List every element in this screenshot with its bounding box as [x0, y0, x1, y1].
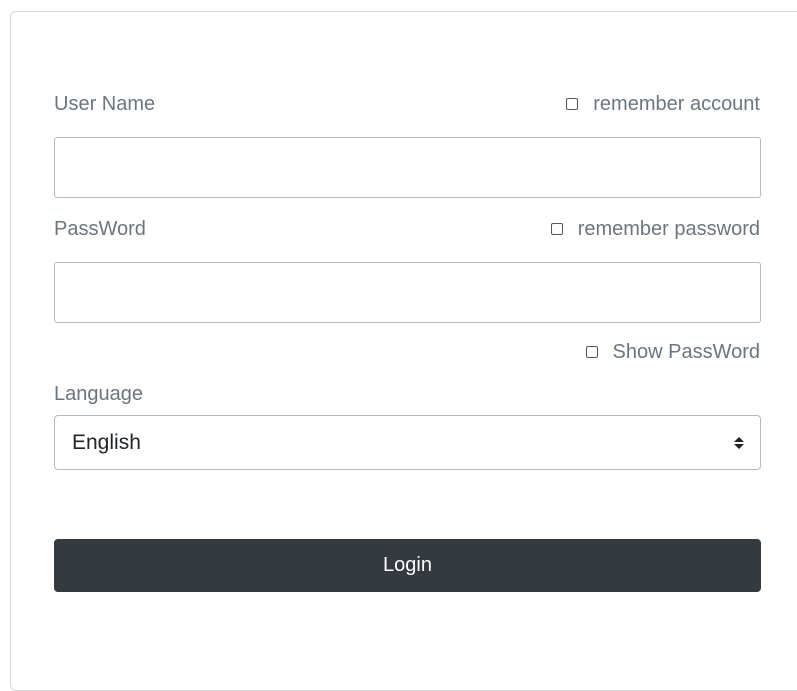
remember-password-label: remember password: [577, 217, 760, 240]
login-button[interactable]: Login: [54, 539, 761, 592]
username-input[interactable]: [54, 137, 761, 198]
show-password-label: Show PassWord: [612, 340, 760, 363]
remember-account-checkbox[interactable]: remember account: [566, 93, 760, 116]
show-password-checkbox[interactable]: Show PassWord: [585, 340, 760, 364]
language-select-value: English: [72, 430, 141, 454]
remember-account-checkbox-box[interactable]: [566, 98, 579, 110]
password-label: PassWord: [54, 217, 146, 240]
username-row: User Name remember account: [54, 92, 760, 116]
language-row: Language: [54, 382, 760, 406]
remember-password-checkbox[interactable]: remember password: [550, 217, 760, 241]
remember-password-checkbox-box[interactable]: [550, 223, 563, 235]
password-input[interactable]: [54, 262, 761, 323]
password-row: PassWord remember password: [54, 217, 760, 241]
language-label: Language: [54, 382, 143, 405]
show-password-row: Show PassWord: [54, 340, 760, 364]
chevron-updown-icon: [734, 436, 744, 449]
username-label: User Name: [54, 92, 156, 115]
remember-account-label: remember account: [593, 92, 760, 115]
show-password-checkbox-box[interactable]: [585, 346, 598, 358]
language-select[interactable]: English: [54, 415, 761, 470]
